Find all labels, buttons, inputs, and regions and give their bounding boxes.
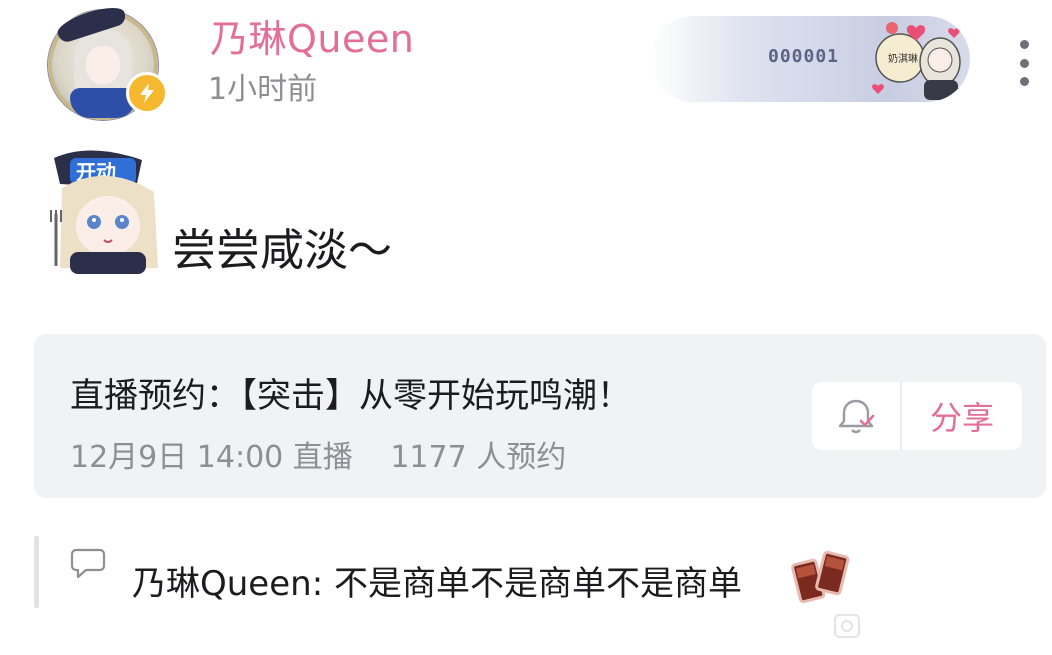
live-reservation-card[interactable]: 直播预约：【突击】从零开始玩鸣潮！ 12月9日 14:00 直播 1177 人预… <box>34 334 1046 498</box>
more-dot <box>1019 77 1029 86</box>
speech-bubble-icon <box>70 548 106 579</box>
post-content: 尝尝咸淡～ <box>172 225 392 276</box>
cheers-drink-icon <box>791 550 850 604</box>
fan-badge-illustration: 奶淇琳 <box>872 22 961 100</box>
lightning-bolt-icon <box>126 72 168 114</box>
live-title: 直播预约：【突击】从零开始玩鸣潮！ <box>70 376 631 416</box>
avatar-face <box>86 46 120 84</box>
more-dot <box>1019 58 1029 68</box>
comment-quote-bar <box>34 536 39 608</box>
fan-badge-card[interactable]: 000001 奶淇琳 <box>650 16 970 102</box>
share-button[interactable]: 分享 <box>902 382 1022 450</box>
comment-text[interactable]: 乃琳Queen: 不是商单不是商单不是商单 <box>132 556 742 605</box>
live-schedule: 12月9日 14:00 直播 <box>70 440 353 475</box>
vertical-ellipsis-icon[interactable] <box>1012 40 1036 86</box>
author-name[interactable]: 乃琳Queen <box>210 8 414 63</box>
post-time: 1小时前 <box>208 72 318 107</box>
live-action-buttons: 分享 <box>812 382 1022 450</box>
svg-text:奶淇琳: 奶淇琳 <box>888 53 918 65</box>
fan-badge-number: 000001 <box>768 46 840 67</box>
live-meta: 12月9日 14:00 直播 1177 人预约 <box>70 432 566 476</box>
image-watermark-icon <box>834 614 860 638</box>
reserve-button[interactable] <box>812 382 902 450</box>
bell-check-icon <box>838 399 875 434</box>
sticker-emoji: 开动 <box>50 150 158 274</box>
live-reservation-count: 1177 人预约 <box>390 440 567 475</box>
more-dot <box>1019 40 1029 49</box>
